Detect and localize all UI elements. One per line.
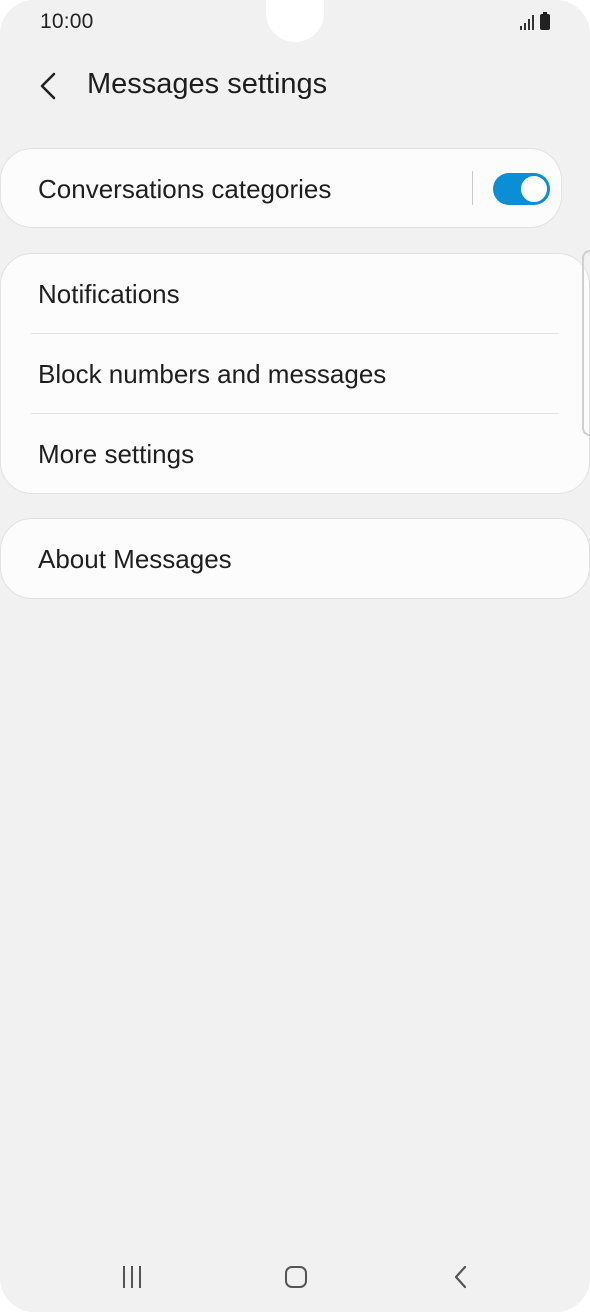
back-icon [454, 1265, 467, 1289]
camera-notch [266, 0, 324, 42]
about-messages-label: About Messages [38, 543, 232, 574]
back-button[interactable] [26, 64, 70, 108]
conversations-categories-toggle[interactable] [493, 173, 550, 205]
vertical-separator [472, 171, 473, 205]
about-messages-card: About Messages [0, 518, 590, 599]
chevron-left-icon [40, 72, 56, 100]
conversations-categories-label: Conversations categories [38, 173, 332, 204]
status-time: 10:00 [40, 10, 94, 33]
settings-item-label: More settings [38, 438, 195, 469]
settings-item-label: Block numbers and messages [38, 358, 387, 389]
home-icon [285, 1266, 307, 1288]
settings-item-label: Notifications [38, 278, 180, 309]
nav-back-button[interactable] [444, 1260, 476, 1294]
recent-apps-button[interactable] [116, 1260, 148, 1294]
conversations-categories-card: Conversations categories [0, 148, 562, 228]
navigation-bar [0, 1240, 590, 1312]
settings-item-more-settings[interactable]: More settings [1, 414, 589, 494]
status-bar: 10:00 [0, 0, 590, 44]
home-button[interactable] [280, 1260, 312, 1294]
scroll-indicator[interactable] [582, 250, 590, 436]
phone-screen: 10:00 Messages settings Conversations ca… [0, 0, 590, 1312]
page-title: Messages settings [87, 68, 328, 100]
signal-icon [520, 14, 534, 30]
settings-card: Notifications Block numbers and messages… [0, 253, 590, 494]
conversations-categories-row[interactable]: Conversations categories [1, 149, 561, 229]
settings-item-block-numbers[interactable]: Block numbers and messages [1, 334, 589, 414]
toggle-knob [520, 175, 548, 203]
settings-item-notifications[interactable]: Notifications [1, 254, 589, 334]
app-header: Messages settings [0, 56, 590, 116]
about-messages-row[interactable]: About Messages [1, 519, 589, 599]
status-icons [520, 12, 550, 30]
battery-icon [540, 12, 550, 30]
recent-apps-icon [123, 1266, 125, 1288]
